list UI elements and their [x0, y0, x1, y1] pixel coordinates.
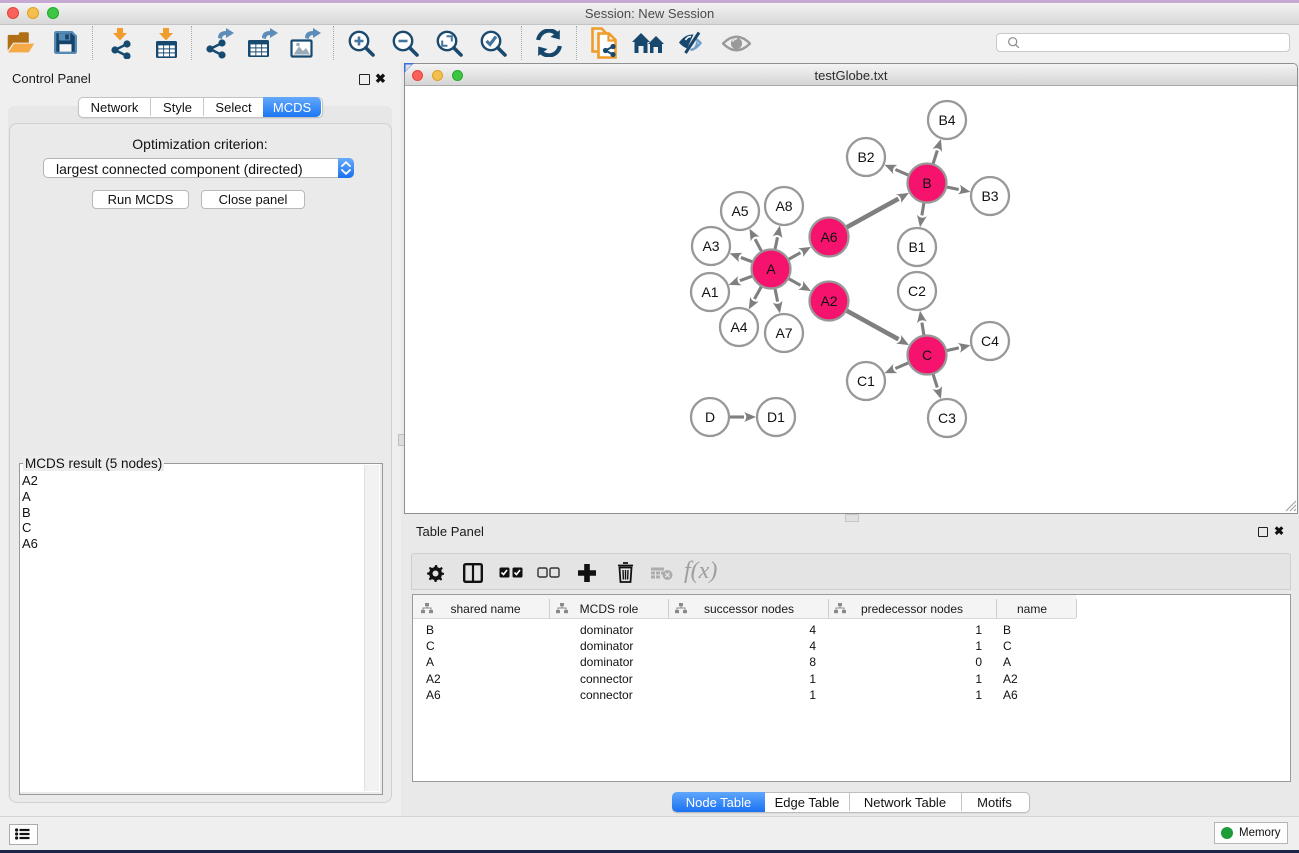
svg-text:B4: B4 [938, 112, 955, 128]
svg-text:C3: C3 [938, 410, 956, 426]
svg-text:A3: A3 [702, 238, 719, 254]
svg-text:B3: B3 [981, 188, 998, 204]
svg-text:A5: A5 [731, 203, 748, 219]
svg-text:A4: A4 [730, 319, 747, 335]
svg-text:B: B [922, 175, 931, 191]
svg-text:A: A [766, 261, 776, 277]
svg-text:C2: C2 [908, 283, 926, 299]
svg-text:C: C [922, 347, 932, 363]
svg-text:D: D [705, 409, 715, 425]
svg-text:A2: A2 [820, 293, 837, 309]
svg-text:A7: A7 [775, 325, 792, 341]
svg-text:A1: A1 [701, 284, 718, 300]
svg-text:C1: C1 [857, 373, 875, 389]
svg-text:C4: C4 [981, 333, 999, 349]
svg-text:D1: D1 [767, 409, 785, 425]
svg-text:A6: A6 [820, 229, 837, 245]
svg-text:A8: A8 [775, 198, 792, 214]
svg-text:B2: B2 [857, 149, 874, 165]
svg-text:B1: B1 [908, 239, 925, 255]
